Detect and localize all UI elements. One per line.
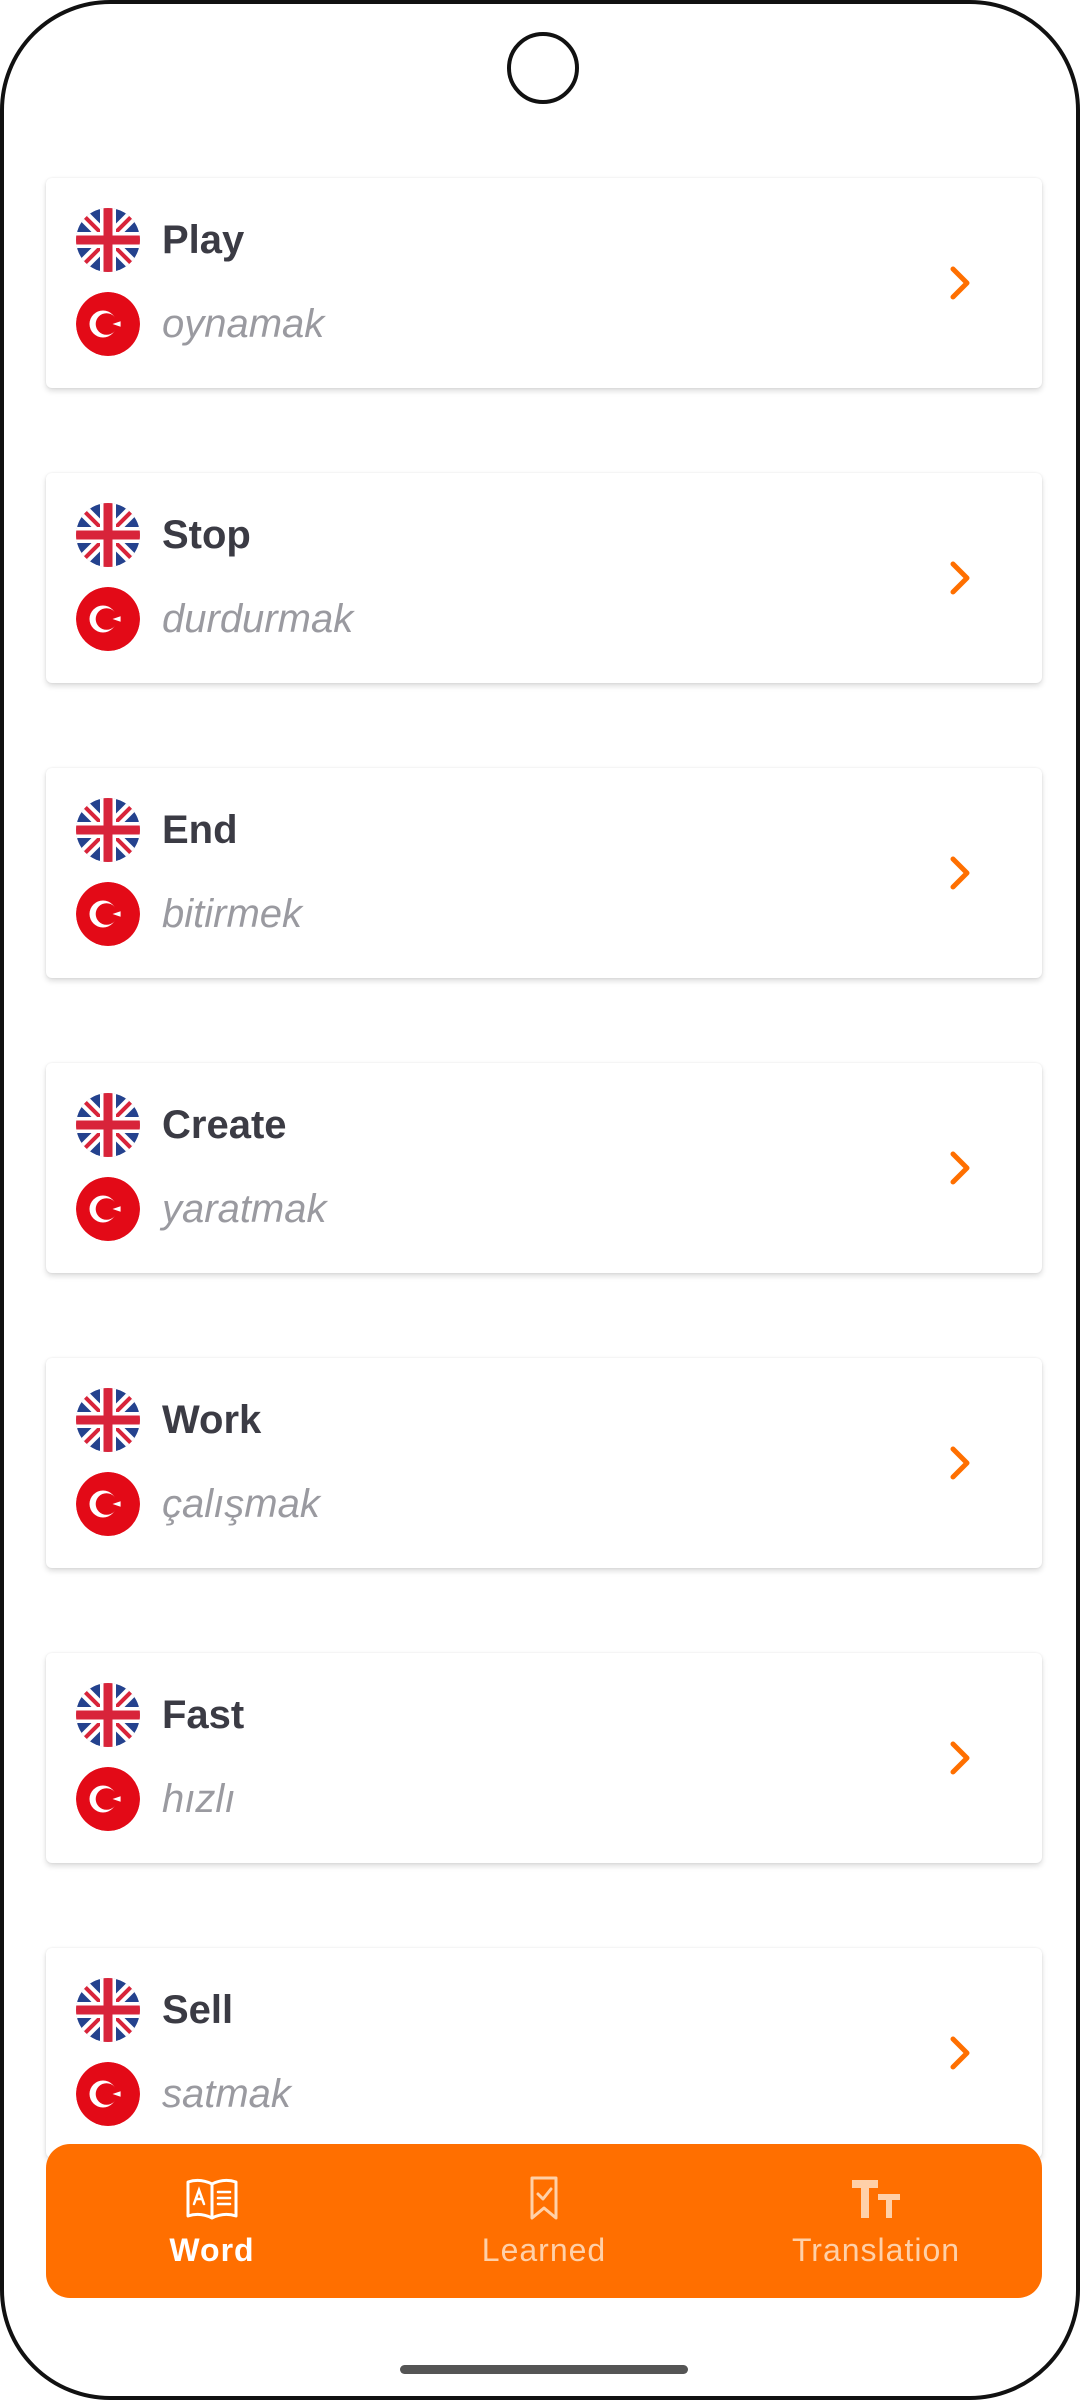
turkish-row: oynamak <box>76 292 324 356</box>
turkish-row: yaratmak <box>76 1177 327 1241</box>
turkish-row: satmak <box>76 2062 291 2126</box>
word-card[interactable]: Sell satmak <box>46 1948 1042 2158</box>
chevron-right-icon <box>950 856 970 890</box>
turkey-flag-icon <box>76 1767 140 1831</box>
turkish-row: bitirmek <box>76 882 302 946</box>
turkish-word: hızlı <box>162 1776 236 1821</box>
turkey-flag-icon <box>76 2062 140 2126</box>
english-word: Play <box>162 217 245 262</box>
chevron-right-icon <box>950 1741 970 1775</box>
chevron-right-icon <box>950 2036 970 2070</box>
turkish-word: oynamak <box>162 301 325 346</box>
english-row: Fast <box>76 1683 244 1747</box>
tab-label: Word <box>169 2231 255 2268</box>
chevron-right-icon <box>950 266 970 300</box>
english-word: Fast <box>162 1692 245 1737</box>
chevron-right-icon <box>950 561 970 595</box>
english-row: End <box>76 798 238 862</box>
word-card[interactable]: Create yaratmak <box>46 1063 1042 1273</box>
turkish-word: bitirmek <box>162 891 303 936</box>
turkish-word: durdurmak <box>162 596 354 641</box>
english-word: Sell <box>162 1987 234 2032</box>
chevron-right-icon <box>950 1446 970 1480</box>
uk-flag-icon <box>76 798 140 862</box>
tab-learned[interactable]: Learned <box>378 2144 710 2298</box>
tab-label: Learned <box>481 2231 607 2268</box>
phone-frame: Play oynamak Stop durdurmak End bitirmek… <box>0 0 1080 2400</box>
english-row: Stop <box>76 503 251 567</box>
uk-flag-icon <box>76 1978 140 2042</box>
word-card[interactable]: Work çalışmak <box>46 1358 1042 1568</box>
book-icon <box>186 2178 238 2219</box>
home-indicator[interactable] <box>400 2365 688 2374</box>
english-word: Work <box>162 1397 262 1442</box>
turkish-word: yaratmak <box>162 1186 327 1231</box>
uk-flag-icon <box>76 1683 140 1747</box>
english-word: Create <box>162 1102 287 1147</box>
english-word: Stop <box>162 512 251 557</box>
english-word: End <box>162 807 238 852</box>
turkish-row: hızlı <box>76 1767 235 1831</box>
bookmark-check-icon <box>530 2176 558 2219</box>
tab-translation[interactable]: Translation <box>710 2144 1042 2298</box>
turkey-flag-icon <box>76 1177 140 1241</box>
turkey-flag-icon <box>76 882 140 946</box>
turkish-row: çalışmak <box>76 1472 320 1536</box>
word-card[interactable]: End bitirmek <box>46 768 1042 978</box>
word-card[interactable]: Play oynamak <box>46 178 1042 388</box>
camera-cutout <box>507 32 579 104</box>
english-row: Work <box>76 1388 261 1452</box>
text-size-icon <box>852 2179 900 2218</box>
tab-word[interactable]: Word <box>46 2144 378 2298</box>
uk-flag-icon <box>76 1093 140 1157</box>
word-card[interactable]: Stop durdurmak <box>46 473 1042 683</box>
tab-label: Translation <box>791 2231 961 2268</box>
english-row: Play <box>76 208 244 272</box>
english-row: Sell <box>76 1978 233 2042</box>
uk-flag-icon <box>76 503 140 567</box>
bottom-tab-bar: Word Learned Translation <box>46 2144 1042 2298</box>
word-card[interactable]: Fast hızlı <box>46 1653 1042 1863</box>
turkish-row: durdurmak <box>76 587 353 651</box>
uk-flag-icon <box>76 1388 140 1452</box>
turkish-word: çalışmak <box>162 1481 320 1526</box>
turkey-flag-icon <box>76 587 140 651</box>
chevron-right-icon <box>950 1151 970 1185</box>
turkish-word: satmak <box>162 2071 291 2116</box>
uk-flag-icon <box>76 208 140 272</box>
turkey-flag-icon <box>76 292 140 356</box>
turkey-flag-icon <box>76 1472 140 1536</box>
english-row: Create <box>76 1093 287 1157</box>
